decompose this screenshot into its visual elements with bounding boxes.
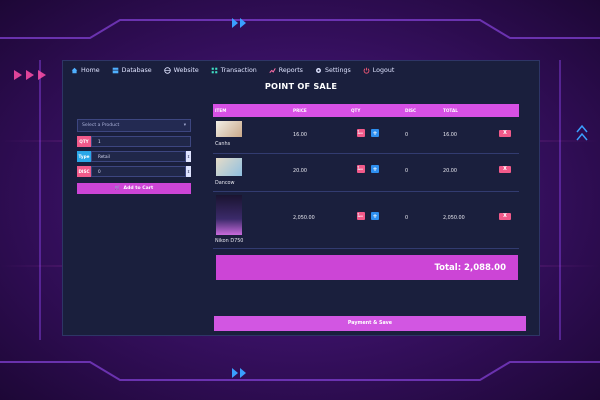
remove-button[interactable]: X	[499, 166, 511, 173]
home-icon	[71, 67, 78, 73]
chevron-updown-icon[interactable]: ⇕	[186, 151, 191, 162]
chart-line-icon	[269, 67, 276, 73]
add-to-cart-button[interactable]: 🛒 Add to Cart	[77, 183, 191, 194]
disc-cell: 0	[405, 215, 409, 221]
disc-cell: 0	[405, 132, 409, 138]
header-disc: DISC	[405, 108, 417, 113]
nav-website[interactable]: Website	[163, 66, 199, 74]
total-cell: 20.00	[443, 168, 458, 174]
table-header: ITEM PRICE QTY DISC TOTAL	[213, 104, 519, 117]
table-row: Canhs 16.00 − 1 + 0 16.00 X	[213, 117, 519, 154]
nav-home[interactable]: Home	[71, 67, 100, 74]
nav-reports[interactable]: Reports	[269, 67, 303, 74]
header-total: TOTAL	[443, 108, 458, 113]
cart-icon: 🛒	[114, 186, 121, 191]
power-icon	[363, 67, 370, 74]
price-cell: 20.00	[293, 168, 308, 174]
type-tag: Type	[77, 151, 91, 162]
total-display: Total: 2,088.00	[216, 255, 518, 280]
header-price: PRICE	[293, 108, 307, 113]
nav-logout[interactable]: Logout	[363, 66, 395, 74]
cart-table: ITEM PRICE QTY DISC TOTAL Canhs 16.00 − …	[213, 104, 519, 249]
grid-icon	[211, 67, 218, 73]
pos-window: Home Database Website Transaction Report…	[62, 60, 540, 336]
add-to-cart-label: Add to Cart	[123, 186, 154, 191]
quantity-stepper: − 1 +	[357, 165, 379, 173]
qty-input[interactable]: 1	[91, 136, 191, 147]
type-select[interactable]: Retail	[91, 151, 186, 162]
qty-cell: 1	[357, 166, 361, 172]
top-nav: Home Database Website Transaction Report…	[63, 61, 539, 79]
header-qty: QTY	[351, 108, 361, 113]
disc-cell: 0	[405, 168, 409, 174]
quantity-stepper: − 1 +	[357, 212, 379, 220]
price-cell: 2,050.00	[293, 215, 315, 221]
disc-row: DISC 0 ⇕	[77, 166, 191, 177]
remove-button[interactable]: X	[499, 213, 511, 220]
nav-reports-label: Reports	[278, 66, 303, 74]
payment-save-button[interactable]: Payment & Save	[214, 316, 526, 331]
plus-button[interactable]: +	[371, 129, 379, 137]
qty-cell: 1	[357, 213, 361, 219]
globe-icon	[163, 66, 171, 74]
product-thumbnail	[215, 194, 243, 236]
total-cell: 2,050.00	[443, 215, 465, 221]
page-title: POINT OF SALE	[264, 81, 338, 91]
header-item: ITEM	[215, 108, 227, 113]
nav-transaction-label: Transaction	[220, 66, 257, 74]
gear-icon	[316, 67, 321, 73]
qty-cell: 1	[357, 130, 361, 136]
quantity-stepper: − 1 +	[357, 129, 379, 137]
remove-button[interactable]: X	[499, 130, 511, 137]
product-name: Dancow	[215, 180, 235, 186]
product-name: Canhs	[215, 141, 231, 147]
nav-database[interactable]: Database	[112, 67, 152, 74]
nav-transaction[interactable]: Transaction	[211, 67, 257, 74]
qty-row: QTY 1	[77, 136, 191, 147]
disc-tag: DISC	[77, 166, 91, 177]
stepper-icon[interactable]: ⇕	[186, 166, 191, 177]
disc-input[interactable]: 0	[91, 166, 186, 177]
nav-website-label: Website	[173, 66, 199, 74]
chevron-down-icon: ▾	[183, 123, 186, 128]
product-form: Select a Product ▾ QTY 1 Type Retail ⇕ D…	[77, 119, 191, 194]
product-select-label: Select a Product	[82, 123, 120, 128]
nav-home-label: Home	[81, 66, 100, 74]
nav-settings[interactable]: Settings	[315, 67, 351, 74]
table-row: Dancow 20.00 − 1 + 0 20.00 X	[213, 154, 519, 192]
product-thumbnail	[215, 120, 243, 138]
nav-database-label: Database	[121, 66, 152, 74]
nav-logout-label: Logout	[372, 66, 395, 74]
plus-button[interactable]: +	[371, 212, 379, 220]
type-row: Type Retail ⇕	[77, 151, 191, 162]
product-name: Nikon D750	[215, 238, 244, 244]
total-cell: 16.00	[443, 132, 458, 138]
nav-settings-label: Settings	[324, 66, 351, 74]
price-cell: 16.00	[293, 132, 308, 138]
plus-button[interactable]: +	[371, 165, 379, 173]
table-row: Nikon D750 2,050.00 − 1 + 0 2,050.00 X	[213, 192, 519, 249]
product-select[interactable]: Select a Product ▾	[77, 119, 191, 132]
product-thumbnail	[215, 157, 243, 177]
database-icon	[112, 67, 118, 73]
qty-tag: QTY	[77, 136, 91, 147]
